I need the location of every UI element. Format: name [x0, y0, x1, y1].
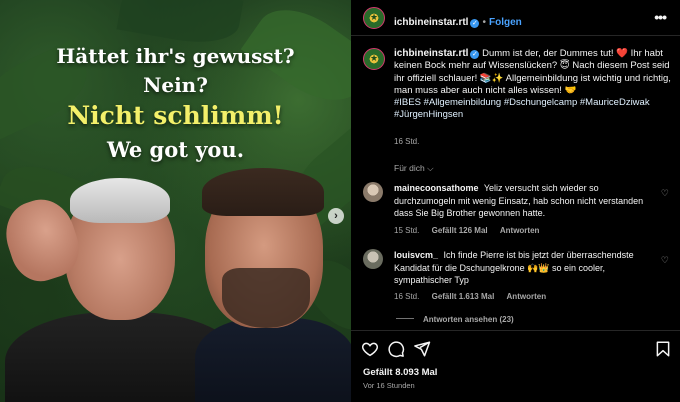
comment-likes[interactable]: Gefällt 1.613 Mal — [432, 292, 495, 301]
caption-time: 16 Std. — [394, 137, 420, 146]
caption-username[interactable]: ichbineinstar.rtl — [394, 48, 468, 59]
post-date: Vor 16 Stunden — [363, 381, 415, 390]
bookmark-icon[interactable] — [654, 340, 672, 358]
person-right-beard — [222, 268, 310, 328]
media-headline-3: Nicht schlimm! — [67, 101, 284, 130]
heart-icon[interactable] — [361, 340, 379, 358]
post-like-count[interactable]: Gefällt 8.093 Mal — [363, 367, 437, 378]
comment-icon[interactable] — [387, 340, 405, 358]
post-sidebar: ichbineinstar.rtl✓•Folgen ••• ichbineins… — [351, 0, 680, 402]
media-headline-1: Hättet ihr's gewusst? — [56, 44, 295, 68]
verified-icon: ✓ — [470, 19, 480, 28]
more-icon[interactable]: ••• — [654, 9, 667, 25]
comment-heart-icon[interactable]: ♡ — [661, 188, 669, 199]
verified-icon: ✓ — [470, 50, 480, 59]
view-replies-button[interactable]: Antworten ansehen (23) — [396, 315, 514, 324]
commenter-username[interactable]: mainecoonsathome — [394, 183, 479, 193]
author-username[interactable]: ichbineinstar.rtl — [394, 17, 468, 28]
comment-text: mainecoonsathome Yeliz versucht sich wie… — [394, 182, 652, 220]
comment-time: 16 Std. — [394, 292, 420, 301]
comment-text: louisvcm_ Ich finde Pierre ist bis jetzt… — [394, 249, 652, 287]
follow-button[interactable]: Folgen — [489, 17, 522, 28]
post-header: ichbineinstar.rtl✓•Folgen ••• — [351, 0, 680, 36]
person-right-body — [195, 318, 351, 402]
commenter-username[interactable]: louisvcm_ — [394, 250, 438, 260]
caption-avatar[interactable] — [363, 48, 385, 70]
caption-text: ichbineinstar.rtl ✓ Dumm ist der, der Dum… — [394, 48, 672, 122]
header-user: ichbineinstar.rtl ✓ • Folgen — [394, 12, 522, 30]
person-right-hair — [202, 168, 324, 216]
commenter-avatar[interactable] — [363, 249, 383, 269]
post-media[interactable]: Hättet ihr's gewusst? Nein? Nicht schlim… — [0, 0, 351, 402]
commenter-avatar[interactable] — [363, 182, 383, 202]
media-headline-4: We got you. — [106, 137, 245, 162]
reply-button[interactable]: Antworten — [500, 226, 540, 235]
action-bar: Gefällt 8.093 Mal Vor 16 Stunden — [351, 330, 680, 402]
person-left-hair — [70, 178, 170, 223]
caption-hashtags[interactable]: #IBES #Allgemeinbildung #Dschungelcamp #… — [394, 97, 650, 120]
separator-dot: • — [482, 17, 486, 28]
comment-likes[interactable]: Gefällt 126 Mal — [432, 226, 488, 235]
comment-meta: 15 Std. Gefällt 126 Mal Antworten — [394, 226, 549, 235]
comment-heart-icon[interactable]: ♡ — [661, 255, 669, 266]
jungle-leaf — [116, 0, 244, 51]
author-avatar[interactable] — [363, 7, 385, 29]
reply-button[interactable]: Antworten — [507, 292, 547, 301]
translate-filter[interactable]: Für dich ⌵ — [394, 163, 434, 174]
media-headline-2: Nein? — [143, 73, 208, 97]
comment-time: 15 Std. — [394, 226, 420, 235]
next-arrow-icon[interactable]: › — [328, 208, 344, 224]
share-icon[interactable] — [413, 340, 431, 358]
comment-meta: 16 Std. Gefällt 1.613 Mal Antworten — [394, 292, 556, 301]
